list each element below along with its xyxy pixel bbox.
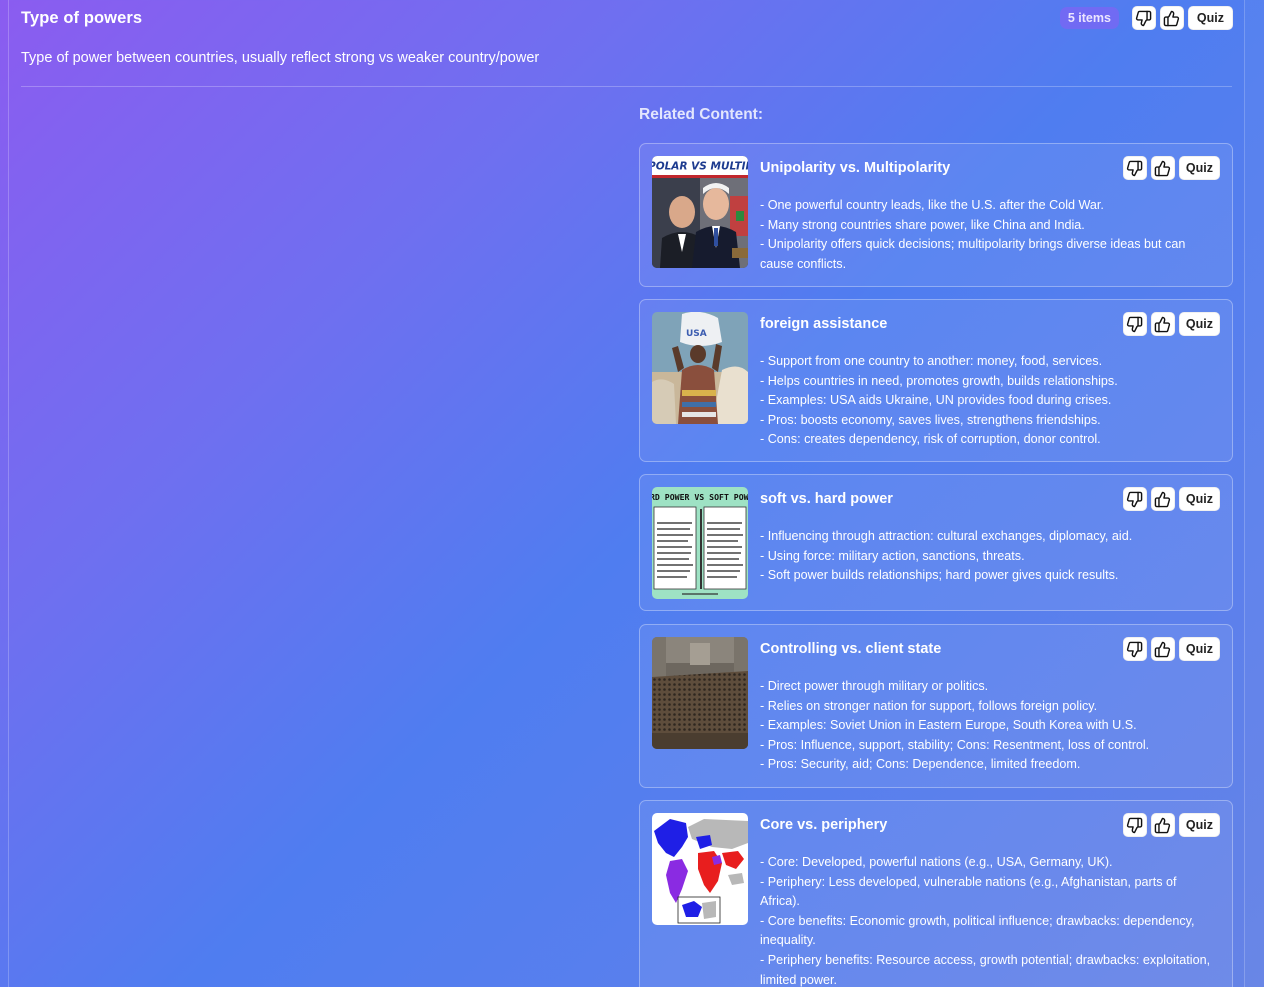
related-content-heading: Related Content: (639, 106, 763, 123)
thumbs-down-icon (1127, 641, 1143, 657)
card-actions: Quiz (1122, 312, 1220, 336)
like-button[interactable] (1150, 487, 1175, 511)
quiz-button[interactable]: Quiz (1178, 637, 1220, 661)
summary-line: - Periphery benefits: Resource access, g… (760, 952, 1211, 987)
scrollbar-track[interactable] (1245, 0, 1264, 987)
card-thumbnail: USA (652, 312, 748, 424)
card-title: Core vs. periphery (760, 817, 888, 833)
thumbs-down-icon (1127, 316, 1143, 332)
card-thumbnail: RD POWER VS SOFT POW (652, 487, 748, 599)
summary-line: - Soft power builds relationships; hard … (760, 568, 1119, 583)
card-thumbnail (652, 813, 748, 925)
card-summary: - Influencing through attraction: cultur… (760, 527, 1218, 586)
dislike-button[interactable] (1122, 156, 1147, 180)
quiz-button[interactable]: Quiz (1187, 6, 1233, 30)
summary-line: - Pros: boosts economy, saves lives, str… (760, 412, 1101, 427)
quiz-button[interactable]: Quiz (1178, 156, 1220, 180)
thumbs-up-icon (1155, 160, 1171, 176)
unipolarity-thumbnail-image: POLAR VS MULTIPO (652, 156, 748, 268)
quiz-button[interactable]: Quiz (1178, 813, 1220, 837)
thumbs-down-icon (1127, 491, 1143, 507)
summary-line: - Direct power through military or polit… (760, 679, 989, 693)
summary-line: - Relies on stronger nation for support,… (760, 698, 1098, 713)
quiz-button[interactable]: Quiz (1178, 487, 1220, 511)
summary-line: - Pros: Influence, support, stability; C… (760, 737, 1150, 752)
foreign-assistance-thumbnail-image: USA (652, 312, 748, 424)
card-actions: Quiz (1122, 487, 1220, 511)
thumbs-up-icon (1164, 10, 1180, 26)
card-title: Unipolarity vs. Multipolarity (760, 160, 951, 176)
like-button[interactable] (1150, 156, 1175, 180)
card-summary: - Direct power through military or polit… (760, 677, 1218, 775)
thumbs-up-icon (1155, 817, 1171, 833)
thumbs-up-icon (1155, 491, 1171, 507)
client-state-thumbnail-image (652, 637, 748, 749)
card-title: soft vs. hard power (760, 491, 893, 507)
related-card-soft-vs-hard-power[interactable]: RD POWER VS SOFT POW soft vs. hard power (639, 474, 1233, 611)
card-actions: Quiz (1122, 637, 1220, 661)
dislike-button[interactable] (1131, 6, 1156, 30)
related-card-controlling-vs-client-state[interactable]: Controlling vs. client state Quiz - Dire… (639, 624, 1233, 788)
card-actions: Quiz (1122, 813, 1220, 837)
like-button[interactable] (1150, 637, 1175, 661)
related-card-core-vs-periphery[interactable]: Core vs. periphery Quiz - Core: Develope… (639, 800, 1233, 987)
summary-line: - Examples: Soviet Union in Eastern Euro… (760, 718, 1137, 733)
thumbs-down-icon (1136, 10, 1152, 26)
summary-line: - Core: Developed, powerful nations (e.g… (760, 855, 1113, 869)
like-button[interactable] (1150, 813, 1175, 837)
page-title: Type of powers (21, 9, 143, 27)
related-card-unipolarity[interactable]: POLAR VS MULTIPO Unipolarity vs. Multipo… (639, 143, 1233, 287)
dislike-button[interactable] (1122, 637, 1147, 661)
item-count-badge: 5 items (1059, 7, 1119, 29)
thumbs-down-icon (1127, 817, 1143, 833)
card-title: Controlling vs. client state (760, 641, 942, 657)
dislike-button[interactable] (1122, 312, 1147, 336)
card-title: foreign assistance (760, 316, 888, 332)
card-actions: Quiz (1122, 156, 1220, 180)
summary-line: - Core benefits: Economic growth, politi… (760, 913, 1195, 948)
summary-line: - Many strong countries share power, lik… (760, 217, 1085, 232)
summary-line: - Cons: creates dependency, risk of corr… (760, 432, 1101, 447)
soft-hard-power-thumbnail-image: RD POWER VS SOFT POW (652, 487, 748, 599)
thumbs-up-icon (1155, 316, 1171, 332)
card-summary: - One powerful country leads, like the U… (760, 196, 1218, 274)
summary-line: - Helps countries in need, promotes grow… (760, 373, 1118, 388)
summary-line: - Support from one country to another: m… (760, 354, 1103, 368)
thumbs-down-icon (1127, 160, 1143, 176)
header-actions: 5 items Quiz (1059, 6, 1233, 30)
card-summary: - Support from one country to another: m… (760, 352, 1218, 450)
thumbnail-title-text: POLAR VS MULTIPO (652, 161, 748, 173)
divider (21, 86, 1232, 87)
dislike-button[interactable] (1122, 487, 1147, 511)
core-periphery-map-thumbnail-image (652, 813, 748, 925)
summary-line: - One powerful country leads, like the U… (760, 198, 1104, 212)
summary-line: - Unipolarity offers quick decisions; mu… (760, 237, 1186, 271)
summary-line: - Using force: military action, sanction… (760, 548, 1025, 563)
card-thumbnail (652, 637, 748, 749)
related-card-foreign-assistance[interactable]: USA foreign assistance Quiz - Support fr… (639, 299, 1233, 462)
summary-line: - Periphery: Less developed, vulnerable … (760, 874, 1177, 909)
thumbnail-bag-text: USA (686, 329, 707, 339)
quiz-button[interactable]: Quiz (1178, 312, 1220, 336)
card-thumbnail: POLAR VS MULTIPO (652, 156, 748, 268)
summary-line: - Pros: Security, aid; Cons: Dependence,… (760, 757, 1081, 772)
dislike-button[interactable] (1122, 813, 1147, 837)
card-summary: - Core: Developed, powerful nations (e.g… (760, 853, 1218, 987)
like-button[interactable] (1159, 6, 1184, 30)
topic-description: Type of power between countries, usually… (21, 50, 540, 66)
thumbnail-title-text: RD POWER VS SOFT POW (652, 492, 748, 502)
like-button[interactable] (1150, 312, 1175, 336)
thumbs-up-icon (1155, 641, 1171, 657)
summary-line: - Influencing through attraction: cultur… (760, 529, 1133, 543)
summary-line: - Examples: USA aids Ukraine, UN provide… (760, 393, 1112, 408)
